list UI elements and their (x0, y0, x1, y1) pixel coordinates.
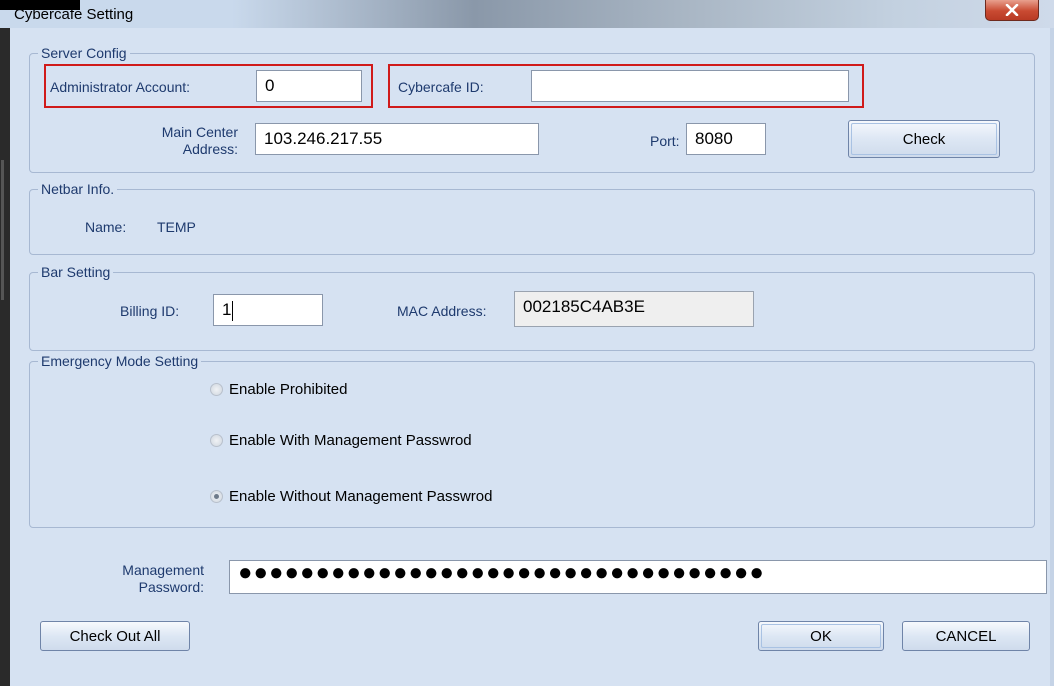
dialog-body: Server Config Administrator Account: 0 C… (10, 28, 1050, 686)
mac-address-field: 002185C4AB3E (514, 291, 754, 327)
close-icon (1005, 4, 1019, 16)
mac-address-label: MAC Address: (397, 303, 487, 319)
close-button[interactable] (985, 0, 1039, 21)
radio-button[interactable] (210, 434, 223, 447)
cybercafe-id-label: Cybercafe ID: (398, 79, 484, 95)
radio-label: Enable With Management Passwrod (229, 432, 472, 449)
main-center-address-input[interactable]: 103.246.217.55 (255, 123, 539, 155)
billing-id-label: Billing ID: (120, 303, 180, 319)
netbar-name-label: Name: (85, 219, 127, 235)
radio-label: Enable Prohibited (229, 381, 348, 398)
management-password-input[interactable]: ●●●●●●●●●●●●●●●●●●●●●●●●●●●●●●●●●● (229, 560, 1047, 594)
radio-button[interactable] (210, 383, 223, 396)
port-input[interactable]: 8080 (686, 123, 766, 155)
radio-button-checked[interactable] (210, 490, 223, 503)
admin-account-label: Administrator Account: (50, 79, 191, 95)
emergency-mode-legend: Emergency Mode Setting (41, 353, 199, 369)
text-caret (232, 300, 234, 321)
netbar-info-legend: Netbar Info. (41, 181, 115, 197)
netbar-info-group: Netbar Info. (29, 181, 1035, 255)
screen-edge (0, 0, 10, 686)
radio-enable-with-password[interactable]: Enable With Management Passwrod (210, 432, 472, 449)
cancel-button[interactable]: CANCEL (902, 621, 1030, 651)
radio-enable-without-password[interactable]: Enable Without Management Passwrod (210, 488, 492, 505)
titlebar-dark-patch (0, 0, 80, 10)
admin-account-input[interactable]: 0 (256, 70, 362, 102)
netbar-name-value: TEMP (157, 219, 196, 235)
cybercafe-id-input[interactable] (531, 70, 849, 102)
bar-setting-legend: Bar Setting (41, 264, 111, 280)
window-right-frame (1050, 28, 1054, 686)
check-button[interactable]: Check (848, 120, 1000, 158)
main-center-address-label: Main Center Address: (161, 124, 238, 157)
port-label: Port: (650, 133, 680, 149)
check-out-all-button[interactable]: Check Out All (40, 621, 190, 651)
ok-button[interactable]: OK (758, 621, 884, 651)
emergency-mode-group: Emergency Mode Setting (29, 353, 1035, 528)
server-config-legend: Server Config (41, 45, 127, 61)
billing-id-value: 1 (222, 300, 232, 319)
radio-enable-prohibited[interactable]: Enable Prohibited (210, 381, 347, 398)
radio-label: Enable Without Management Passwrod (229, 488, 493, 505)
management-password-label: Management Password: (122, 562, 204, 595)
title-bar[interactable]: Cybercafe Setting (0, 0, 1054, 28)
billing-id-input[interactable]: 1 (213, 294, 323, 326)
password-dots: ●●●●●●●●●●●●●●●●●●●●●●●●●●●●●●●●●● (238, 560, 765, 586)
